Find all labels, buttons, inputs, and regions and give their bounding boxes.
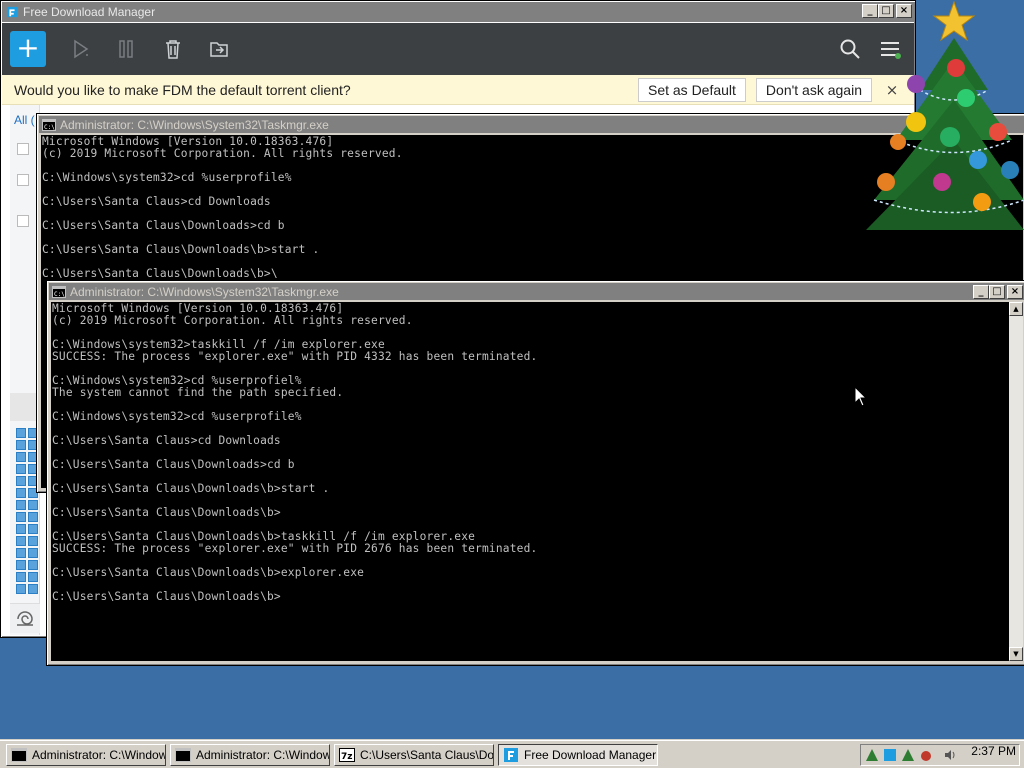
- fdm-tray-icon[interactable]: [883, 748, 897, 762]
- taskbar-item-label: Administrator: C:\Window...: [196, 748, 330, 762]
- taskbar: Administrator: C:\Window... Administrato…: [0, 740, 1024, 768]
- taskbar-item-label: Administrator: C:\Window...: [32, 748, 166, 762]
- console-2-scrollbar[interactable]: ▲ ▼: [1009, 302, 1023, 661]
- taskbar-item-7zip[interactable]: 7z C:\Users\Santa Claus\Do...: [334, 744, 494, 766]
- move-icon[interactable]: [206, 36, 232, 62]
- console-2-titlebar[interactable]: C:\ Administrator: C:\Windows\System32\T…: [49, 283, 1024, 300]
- fdm-titlebar[interactable]: Free Download Manager _ □ ×: [2, 2, 914, 22]
- minimize-button[interactable]: _: [973, 285, 989, 299]
- taskbar-item-label: C:\Users\Santa Claus\Do...: [360, 748, 494, 762]
- svg-text:C:\: C:\: [54, 291, 65, 298]
- fdm-title: Free Download Manager: [23, 5, 156, 19]
- 7zip-icon: 7z: [339, 748, 355, 762]
- clock[interactable]: 2:37 PM: [971, 744, 1016, 758]
- tree-tray-icon[interactable]: [901, 748, 915, 762]
- pause-icon[interactable]: [114, 36, 140, 62]
- console-line: SUCCESS: The process "explorer.exe" with…: [52, 350, 538, 363]
- taskbar-item-console-2[interactable]: Administrator: C:\Window...: [170, 744, 330, 766]
- search-icon[interactable]: [838, 37, 862, 61]
- set-default-button[interactable]: Set as Default: [637, 77, 746, 102]
- mouse-cursor-icon: [855, 387, 867, 407]
- christmas-tree-icon: [866, 0, 1024, 230]
- play-icon[interactable]: [68, 36, 94, 62]
- fdm-icon: [504, 748, 518, 762]
- fdm-toolbar: +: [2, 23, 914, 75]
- console-icon: C:\: [42, 118, 56, 131]
- row-checkbox[interactable]: [17, 143, 29, 155]
- console-line: (c) 2019 Microsoft Corporation. All righ…: [52, 314, 413, 327]
- taskbar-item-fdm[interactable]: Free Download Manager: [498, 744, 658, 766]
- row-checkbox[interactable]: [17, 215, 29, 227]
- volume-icon[interactable]: [943, 748, 957, 762]
- dont-ask-button[interactable]: Don't ask again: [755, 77, 872, 102]
- console-line: C:\Users\Santa Claus\Downloads\b>explore…: [52, 566, 365, 579]
- console-icon: [175, 748, 191, 762]
- console-line: C:\Users\Santa Claus>cd Downloads: [52, 434, 281, 447]
- add-download-button[interactable]: +: [10, 31, 46, 67]
- fdm-icon: [6, 6, 18, 18]
- speed-mode-icon[interactable]: [10, 603, 40, 633]
- scroll-up-icon[interactable]: ▲: [1009, 302, 1023, 316]
- tab-all[interactable]: All (: [14, 113, 35, 127]
- ornament-tray-icon[interactable]: [919, 748, 933, 762]
- console-2-title: Administrator: C:\Windows\System32\Taskm…: [70, 284, 339, 299]
- console-line: SUCCESS: The process "explorer.exe" with…: [52, 542, 538, 555]
- svg-text:C:\: C:\: [44, 124, 55, 131]
- row-checkbox[interactable]: [17, 174, 29, 186]
- console-line: C:\Users\Santa Claus\Downloads\b>: [52, 590, 281, 603]
- console-2-text: Microsoft Windows [Version 10.0.18363.47…: [51, 302, 1009, 603]
- scroll-down-icon[interactable]: ▼: [1009, 647, 1023, 661]
- taskbar-item-console-1[interactable]: Administrator: C:\Window...: [6, 744, 166, 766]
- taskbar-item-label: Free Download Manager: [524, 748, 657, 762]
- pieces-map: [16, 428, 38, 594]
- notice-text: Would you like to make FDM the default t…: [14, 81, 351, 98]
- svg-text:7z: 7z: [341, 752, 353, 762]
- console-line: C:\Windows\system32>cd %userprofile%: [52, 410, 302, 423]
- console-line: C:\Users\Santa Claus\Downloads>cd b: [52, 458, 295, 471]
- default-client-notice: Would you like to make FDM the default t…: [2, 75, 914, 105]
- maximize-button[interactable]: □: [989, 285, 1005, 299]
- console-line: C:\Users\Santa Claus\Downloads\b>start .: [52, 482, 330, 495]
- console-icon: C:\: [52, 285, 66, 298]
- tree-tray-icon[interactable]: [865, 748, 879, 762]
- close-button[interactable]: ×: [1007, 285, 1023, 299]
- console-line: C:\Users\Santa Claus\Downloads\b>\: [42, 267, 278, 280]
- console-line: C:\Users\Santa Claus\Downloads\b>: [52, 506, 281, 519]
- console-window-2: C:\ Administrator: C:\Windows\System32\T…: [46, 280, 1024, 666]
- console-line: C:\Users\Santa Claus\Downloads\b>start .: [42, 243, 320, 256]
- console-2-output[interactable]: Microsoft Windows [Version 10.0.18363.47…: [51, 302, 1009, 661]
- console-icon: [11, 748, 27, 762]
- delete-icon[interactable]: [160, 36, 186, 62]
